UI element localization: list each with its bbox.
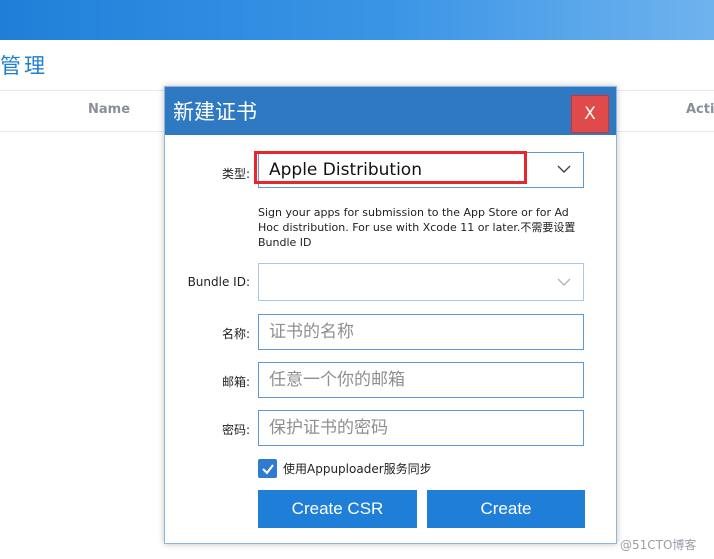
column-header-name[interactable]: Name [88,102,130,117]
sync-checkbox[interactable] [258,459,277,478]
create-csr-button[interactable]: Create CSR [258,490,417,528]
bundle-id-label: Bundle ID: [187,275,250,289]
highlight-box [254,151,527,184]
chevron-down-icon [557,165,571,173]
column-header-action[interactable]: Acti [686,102,714,117]
name-label: 名称: [221,327,250,341]
dialog-header: 新建证书 X [165,87,616,135]
chevron-down-icon [557,278,571,286]
create-button[interactable]: Create [427,490,585,528]
dialog-title: 新建证书 [173,100,257,124]
type-description: Sign your apps for submission to the App… [258,206,576,249]
page-title: 管理 [0,54,48,78]
close-button[interactable]: X [571,95,609,133]
email-label: 邮箱: [221,375,250,389]
watermark: @51CTO博客 [620,538,697,552]
bundle-id-select[interactable] [258,263,584,301]
certificate-name-input[interactable] [258,314,584,350]
password-label: 密码: [221,423,250,437]
top-banner [0,0,714,40]
password-input[interactable] [258,410,584,446]
checkmark-icon [261,463,274,475]
type-select[interactable]: Apple Distribution [254,151,584,188]
new-certificate-dialog: 新建证书 X 类型: Apple Distribution Sign your … [164,86,617,544]
type-label: 类型: [221,167,250,181]
sync-label[interactable]: 使用Appuploader服务同步 [283,460,432,477]
email-input[interactable] [258,362,584,398]
